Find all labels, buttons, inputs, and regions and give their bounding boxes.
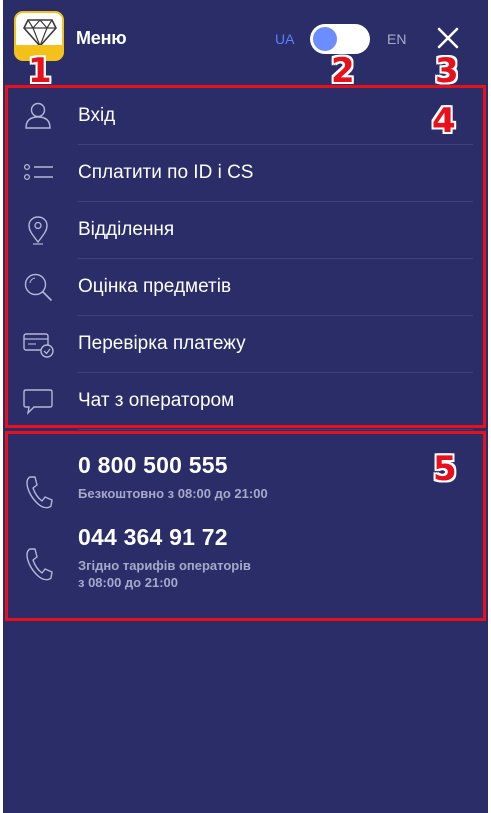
- marker-4: 4: [432, 101, 456, 141]
- lang-en-label[interactable]: EN: [387, 31, 406, 47]
- diamond-icon: [23, 19, 57, 47]
- menu-item-login[interactable]: Вхід: [8, 88, 483, 145]
- list-icon: [23, 163, 53, 181]
- menu-item-label: Оцінка предметів: [78, 276, 232, 297]
- map-pin-icon: [28, 216, 48, 245]
- menu-item-label: Чат з оператором: [78, 390, 235, 411]
- header: Меню UA EN: [3, 0, 488, 82]
- phone-hours-line: Згідно тарифів операторів: [78, 558, 251, 573]
- phone-hours: Безкоштовно з 08:00 до 21:00: [78, 486, 268, 501]
- contact-city-phone[interactable]: 044 364 91 72 Згідно тарифів операторів …: [8, 524, 483, 604]
- chat-icon: [23, 389, 53, 416]
- close-icon: [437, 27, 459, 49]
- payment-check-icon: [23, 333, 54, 358]
- menu-item-branches[interactable]: Відділення: [8, 202, 483, 259]
- phone-number[interactable]: 044 364 91 72: [78, 524, 228, 551]
- marker-3: 3: [435, 51, 459, 91]
- phone-icon: [26, 476, 53, 509]
- menu-item-payment-check[interactable]: Перевірка платежу: [8, 316, 483, 373]
- phone-number[interactable]: 0 800 500 555: [78, 452, 228, 479]
- menu-item-label: Вхід: [78, 105, 116, 126]
- divider: [78, 429, 473, 430]
- contact-hotline[interactable]: 0 800 500 555 Безкоштовно з 08:00 до 21:…: [8, 452, 483, 522]
- lang-ua-label[interactable]: UA: [275, 31, 294, 47]
- menu-item-chat[interactable]: Чат з оператором: [8, 373, 483, 430]
- menu-item-label: Сплатити по ID і CS: [78, 162, 254, 183]
- language-toggle[interactable]: [310, 24, 370, 54]
- contacts-section: 0 800 500 555 Безкоштовно з 08:00 до 21:…: [5, 431, 486, 621]
- search-icon: [24, 273, 52, 301]
- page-title: Меню: [76, 28, 127, 48]
- phone-hours: Згідно тарифів операторів з 08:00 до 21:…: [78, 557, 338, 591]
- menu-panel: Меню UA EN 1 2 3 4 5 Вхід Сплатити по ID…: [3, 0, 488, 813]
- marker-1: 1: [28, 51, 52, 91]
- menu-item-label: Перевірка платежу: [78, 333, 246, 354]
- menu-list: Вхід Сплатити по ID і CS Відділення Оцін…: [5, 85, 486, 430]
- user-icon: [25, 102, 51, 129]
- toggle-knob: [313, 27, 337, 51]
- menu-item-appraisal[interactable]: Оцінка предметів: [8, 259, 483, 316]
- menu-item-label: Відділення: [78, 219, 175, 240]
- close-button[interactable]: [435, 25, 461, 51]
- menu-item-pay-by-id[interactable]: Сплатити по ID і CS: [8, 145, 483, 202]
- phone-icon: [26, 548, 53, 581]
- marker-2: 2: [331, 51, 355, 91]
- marker-5: 5: [433, 449, 457, 489]
- phone-hours-line: з 08:00 до 21:00: [78, 575, 178, 590]
